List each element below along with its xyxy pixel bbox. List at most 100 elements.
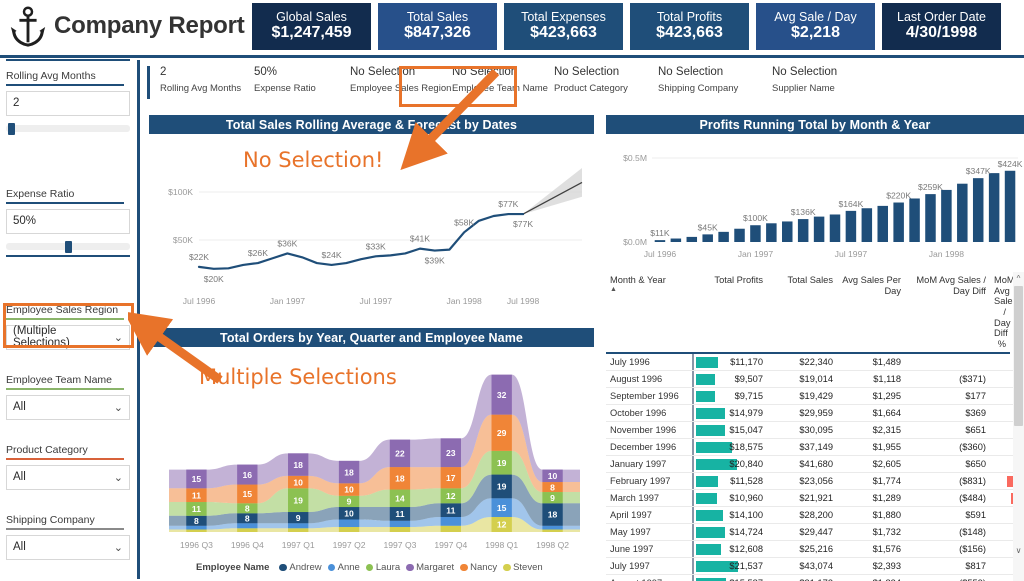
kpi-card-avg-sale-day[interactable]: Avg Sale / Day $2,218	[756, 3, 875, 50]
chevron-down-icon[interactable]: ⌄	[114, 331, 123, 344]
column-header-month-year[interactable]: Month & Year ▲	[606, 272, 692, 352]
table-row[interactable]: January 1997$20,840$41,680$2,605$65033.2…	[606, 455, 1024, 474]
column-header-mom-avg-sales-day-diff-[interactable]: MoM Avg Sales / Day Diff %	[990, 272, 1017, 352]
bar[interactable]	[813, 216, 825, 242]
bar[interactable]	[861, 208, 873, 242]
filter-chip-employee-sales-region[interactable]: No Selection Employee Sales Region	[350, 66, 451, 94]
slicer-value-input[interactable]: 50%	[6, 208, 130, 234]
bar[interactable]	[1004, 170, 1016, 242]
matrix-scroll-thumb[interactable]	[1014, 286, 1023, 426]
chevron-down-icon[interactable]: ⌄	[114, 401, 123, 414]
slicer-expense-ratio[interactable]: Expense Ratio 50%	[6, 188, 130, 253]
bar[interactable]	[766, 223, 777, 242]
column-header-mom-avg-sales-day-diff[interactable]: MoM Avg Sales / Day Diff	[905, 272, 990, 352]
ribbon-column-block[interactable]	[237, 523, 258, 529]
filter-chip-supplier-name[interactable]: No Selection Supplier Name	[772, 66, 837, 94]
bar[interactable]	[972, 178, 984, 242]
sort-ascending-icon[interactable]: ▲	[610, 286, 688, 294]
ribbon-column-block[interactable]	[542, 529, 563, 532]
ribbon-column-block[interactable]	[338, 527, 360, 532]
ribbon-column-block[interactable]	[389, 520, 411, 528]
bar[interactable]	[718, 231, 729, 242]
legend-item-andrew[interactable]: Andrew	[279, 562, 322, 573]
slicer-slider[interactable]	[6, 240, 130, 253]
bar[interactable]	[670, 238, 682, 242]
table-row[interactable]: July 1996 $11,170 $22,340 $1,489	[606, 353, 1024, 372]
table-row[interactable]: December 1996$18,575$37,149$1,955($360)-…	[606, 438, 1024, 457]
slicer-product-category[interactable]: Product Category All ⌄	[6, 444, 130, 490]
filter-chip-product-category[interactable]: No Selection Product Category	[554, 66, 628, 94]
table-row[interactable]: April 1997$14,100$28,200$1,880$59145.8%	[606, 506, 1024, 525]
stream-chart-legend[interactable]: Employee Name Andrew Anne Laura Margaret Nanc…	[196, 562, 543, 573]
ribbon-column-block[interactable]	[186, 529, 207, 532]
ribbon-column-block[interactable]	[338, 519, 360, 528]
bar[interactable]	[925, 194, 936, 242]
bar[interactable]	[782, 221, 793, 242]
bar[interactable]	[893, 202, 904, 242]
kpi-card-total-sales[interactable]: Total Sales $847,326	[378, 3, 497, 50]
bar[interactable]	[988, 173, 1000, 242]
ribbon-column-block[interactable]	[389, 527, 411, 532]
legend-item-laura[interactable]: Laura	[365, 562, 400, 573]
slicer-dropdown[interactable]: All ⌄	[6, 464, 130, 490]
column-header-avg-sales-per-day[interactable]: Avg Sales Per Day	[837, 272, 905, 352]
column-header-total-sales[interactable]: Total Sales	[767, 272, 837, 352]
table-row[interactable]: February 1997$11,528$23,056$1,774($831)-…	[606, 472, 1024, 491]
ribbon-column-block[interactable]	[440, 525, 461, 532]
ribbon-column-block[interactable]	[440, 517, 461, 526]
legend-item-anne[interactable]: Anne	[327, 562, 360, 573]
column-header-total-profits[interactable]: Total Profits	[692, 272, 767, 352]
table-row[interactable]: September 1996$9,715$19,429$1,295$17715.…	[606, 387, 1024, 406]
bar[interactable]	[702, 234, 713, 242]
table-row[interactable]: November 1996$15,047$30,095$2,315$65139.…	[606, 421, 1024, 440]
table-row[interactable]: August 1997$15,587$31,173$1,834($559)-23…	[606, 574, 1024, 581]
chevron-down-icon[interactable]: ⌄	[114, 541, 123, 554]
filter-chip-expense-ratio[interactable]: 50% Expense Ratio	[254, 66, 316, 94]
kpi-card-global-sales[interactable]: Global Sales $1,247,459	[252, 3, 371, 50]
bar-chart-svg[interactable]: $0.0M $0.5M $11K $45K $100K $136K $164K $220K $2…	[606, 136, 1024, 266]
bar[interactable]	[909, 198, 920, 242]
slicer-dropdown[interactable]: All ⌄	[6, 394, 130, 420]
bar[interactable]	[686, 236, 698, 242]
filter-chip-rolling-avg-months[interactable]: 2 Rolling Avg Months	[160, 66, 241, 94]
slicer-shipping-company[interactable]: Shipping Company All ⌄	[6, 514, 130, 560]
monthly-metrics-matrix[interactable]: Month & Year ▲ Total Profits Total Sales Avg…	[606, 272, 1024, 581]
legend-item-nancy[interactable]: Nancy	[460, 562, 497, 573]
bar[interactable]	[829, 214, 841, 242]
slicer-slider[interactable]	[6, 122, 130, 135]
slicer-dropdown[interactable]: (Multiple Selections) ⌄	[6, 324, 130, 350]
slicer-employee-team-name[interactable]: Employee Team Name All ⌄	[6, 374, 130, 420]
slicer-rolling-avg-months[interactable]: Rolling Avg Months 2	[6, 70, 130, 135]
table-row[interactable]: June 1997$12,608$25,216$1,576($156)-9.0%	[606, 540, 1024, 559]
ribbon-column-block[interactable]	[288, 528, 309, 532]
kpi-card-total-profits[interactable]: Total Profits $423,663	[630, 3, 749, 50]
bar[interactable]	[957, 183, 968, 242]
kpi-card-last-order-date[interactable]: Last Order Date 4/30/1998	[882, 3, 1001, 50]
filter-chip-shipping-company[interactable]: No Selection Shipping Company	[658, 66, 738, 94]
legend-item-steven[interactable]: Steven	[503, 562, 543, 573]
bar[interactable]	[845, 210, 857, 242]
table-row[interactable]: October 1996$14,979$29,959$1,664$36928.5…	[606, 404, 1024, 423]
scroll-up-caret[interactable]: ^	[1014, 274, 1023, 283]
slicer-dropdown[interactable]: All ⌄	[6, 534, 130, 560]
bar[interactable]	[877, 205, 888, 242]
ribbon-column-block[interactable]	[288, 523, 309, 529]
table-row[interactable]: July 1997$21,537$43,074$2,393$81751.8%	[606, 557, 1024, 576]
bar[interactable]	[654, 240, 666, 242]
chevron-down-icon[interactable]: ⌄	[114, 471, 123, 484]
matrix-scrollbar[interactable]: ^ ∨	[1013, 272, 1024, 581]
bar[interactable]	[750, 225, 761, 242]
bar[interactable]	[941, 189, 952, 242]
legend-item-margaret[interactable]: Margaret	[406, 562, 454, 573]
table-row[interactable]: March 1997$10,960$21,921$1,289($484)-27.…	[606, 489, 1024, 508]
bar[interactable]	[797, 219, 809, 242]
slicer-employee-sales-region[interactable]: Employee Sales Region (Multiple Selection…	[6, 304, 130, 350]
table-row[interactable]: August 1996$9,507$19,014$1,118($371)-24.…	[606, 370, 1024, 389]
slider-thumb[interactable]	[7, 122, 15, 135]
scroll-down-caret[interactable]: ∨	[1014, 546, 1023, 555]
kpi-card-total-expenses[interactable]: Total Expenses $423,663	[504, 3, 623, 50]
ribbon-column-block[interactable]	[542, 525, 563, 530]
slicer-value-input[interactable]: 2	[6, 90, 130, 116]
table-row[interactable]: May 1997$14,724$29,447$1,732($148)-7.9%	[606, 523, 1024, 542]
ribbon-column-block[interactable]	[186, 525, 207, 530]
